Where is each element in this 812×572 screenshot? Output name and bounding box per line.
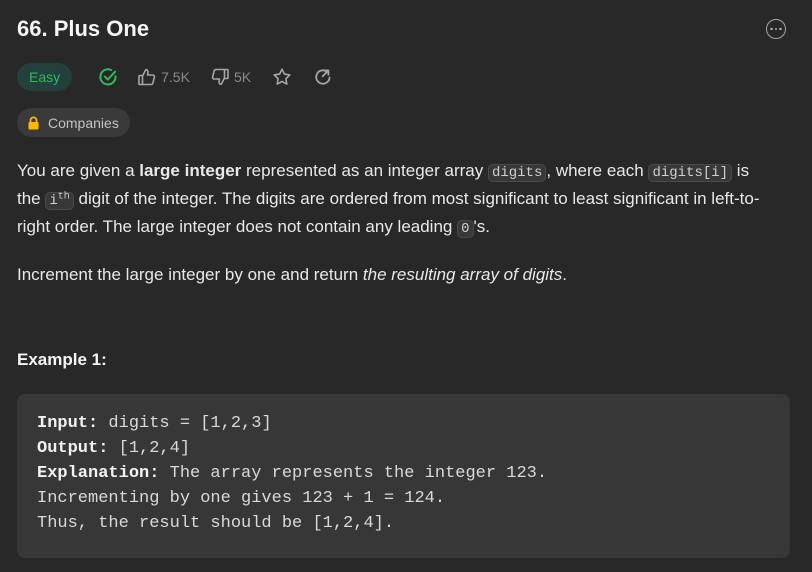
superscript-th: th	[57, 191, 70, 203]
desc-text: 's.	[473, 217, 490, 236]
description-paragraph-1: You are given a large integer represente…	[17, 158, 777, 242]
example-explanation-line-3: Thus, the result should be [1,2,4].	[37, 514, 395, 533]
desc-text: .	[562, 265, 568, 284]
desc-bold-large-integer: large integer	[139, 161, 242, 180]
more-options-icon[interactable]	[766, 19, 786, 39]
desc-text: , where each	[546, 161, 649, 180]
code-digits-i: digits[i]	[648, 164, 733, 182]
example-explanation-line: Explanation: The array represents the in…	[37, 461, 770, 486]
example-explanation-line-2: Incrementing by one gives 123 + 1 = 124.	[37, 489, 446, 508]
thumbs-up-icon	[137, 67, 157, 87]
desc-italic-result: the resulting array of digits	[362, 265, 563, 284]
companies-label: Companies	[48, 114, 119, 131]
example-output-line: Output: [1,2,4]	[37, 436, 770, 461]
example-1-title: Example 1:	[17, 350, 107, 369]
input-value: digits = [1,2,3]	[98, 414, 272, 433]
like-button[interactable]: 7.5K	[137, 67, 190, 87]
code-i-th: ith	[45, 191, 74, 210]
problem-description: You are given a large integer represente…	[17, 158, 777, 288]
dislikes-count: 5K	[233, 69, 252, 85]
explanation-label: Explanation:	[37, 464, 160, 483]
companies-tag[interactable]: Companies	[17, 108, 130, 137]
star-icon[interactable]	[272, 67, 292, 87]
desc-text: Increment the large integer by one and r…	[17, 265, 363, 284]
output-label: Output:	[37, 439, 109, 458]
description-paragraph-2: Increment the large integer by one and r…	[17, 262, 777, 288]
explanation-value: The array represents the integer 123.	[159, 464, 548, 483]
problem-title: 66. Plus One	[17, 16, 150, 41]
dislike-button[interactable]: 5K	[210, 67, 251, 87]
code-digits: digits	[487, 164, 547, 182]
desc-text: digit of the integer. The digits are ord…	[17, 189, 760, 236]
problem-meta-row: Easy 7.5K 5K	[17, 62, 333, 92]
input-label: Input:	[37, 414, 99, 433]
solved-check-icon[interactable]	[98, 67, 118, 87]
example-input-line: Input: digits = [1,2,3]	[37, 411, 770, 436]
desc-text: You are given a	[17, 161, 140, 180]
output-value: [1,2,4]	[108, 439, 191, 458]
example-1-block: Input: digits = [1,2,3] Output: [1,2,4] …	[17, 394, 790, 558]
likes-count: 7.5K	[161, 69, 190, 85]
thumbs-down-icon	[210, 67, 230, 87]
code-i: i	[49, 193, 58, 209]
lock-icon	[27, 116, 40, 130]
difficulty-badge[interactable]: Easy	[17, 63, 73, 91]
code-zero: 0	[457, 220, 474, 238]
desc-text: represented as an integer array	[241, 161, 488, 180]
share-icon[interactable]	[313, 67, 333, 87]
